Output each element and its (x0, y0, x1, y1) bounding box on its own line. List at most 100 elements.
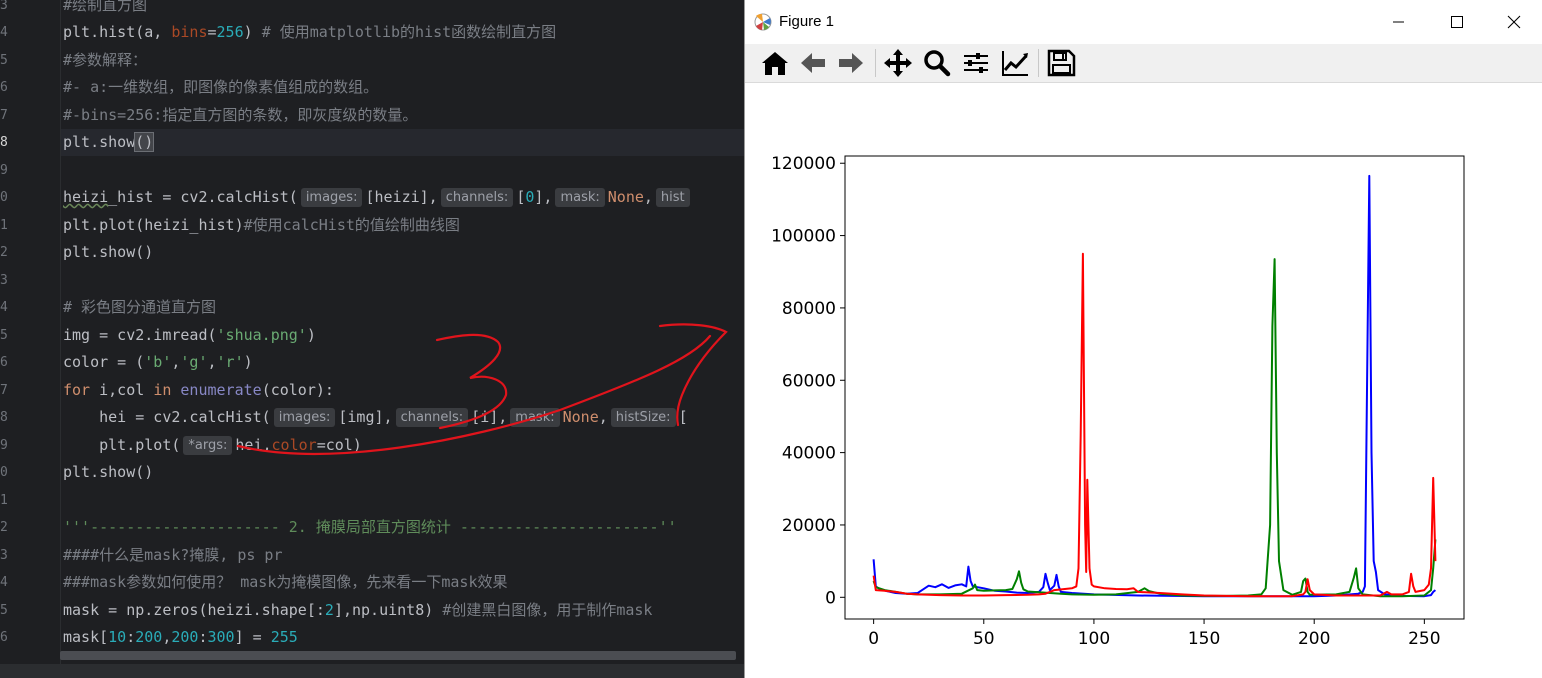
code-token: 255 (270, 628, 298, 646)
zoom-button[interactable] (921, 48, 953, 78)
code-token: ) (243, 23, 262, 41)
parameter-hint: *args: (183, 436, 233, 455)
horizontal-scrollbar[interactable] (60, 651, 736, 660)
x-tick-label: 200 (1298, 629, 1330, 649)
code-line[interactable]: plt.hist(a, bins=256) # 使用matplotlib的his… (63, 19, 556, 46)
code-line[interactable]: plt.plot(*args: hei,color=col) (63, 432, 362, 459)
parameter-hint: histSize: (610, 408, 676, 427)
line-number: 0 (0, 190, 8, 205)
forward-button[interactable] (835, 48, 867, 78)
code-token: plt.plot(heizi_hist) (63, 216, 244, 234)
code-docstring: --------------------- 2. 掩膜局部直方图统计 -----… (90, 518, 659, 536)
code-line[interactable]: mask = np.zeros(heizi.shape[:2],np.uint8… (63, 597, 652, 624)
parameter-hint: hist (655, 188, 690, 207)
code-editor[interactable]: 3 4 5 6 7 8 9 0 1 2 3 4 5 6 7 8 9 0 1 2 … (0, 0, 744, 678)
code-line[interactable]: #参数解释： (63, 47, 147, 74)
y-tick-label: 40000 (782, 444, 836, 464)
line-number: 7 (0, 383, 8, 398)
back-button[interactable] (797, 48, 829, 78)
y-tick-label: 100000 (771, 227, 836, 247)
code-token: plt.show() (63, 243, 154, 261)
code-line[interactable]: ####什么是mask?掩膜, ps pr (63, 542, 283, 569)
line-number: 9 (0, 163, 8, 178)
code-token: color (271, 436, 317, 454)
line-number: 0 (0, 465, 8, 480)
code-line[interactable]: img = cv2.imread('shua.png') (63, 322, 316, 349)
code-line[interactable]: hei = cv2.calcHist(images: [img], channels… (63, 404, 688, 431)
code-line[interactable]: #-bins=256:指定直方图的条数，即灰度级的数量。 (63, 102, 417, 129)
zoom-icon (924, 50, 951, 77)
save-button[interactable] (1045, 48, 1077, 78)
minimize-button[interactable] (1369, 0, 1427, 44)
line-number: 6 (0, 80, 8, 95)
code-line[interactable]: plt.plot(heizi_hist)#使用calcHist的值绘制曲线图 (63, 212, 460, 239)
code-line[interactable]: # 彩色图分通道直方图 (63, 294, 216, 321)
code-comment: #-bins=256:指定直方图的条数，即灰度级的数量。 (63, 106, 418, 124)
code-token: ) (306, 326, 316, 344)
code-token: = (207, 23, 217, 41)
code-token: hei = cv2.calcHist( (63, 408, 271, 426)
code-line[interactable]: '''--------------------- 2. 掩膜局部直方图统计 --… (63, 514, 677, 541)
code-comment: #- a:一维数组，即图像的像素值组成的数组。 (63, 78, 379, 96)
code-comment: #使用calcHist的值绘制曲线图 (243, 216, 460, 234)
matplotlib-figure-window[interactable]: Figure 1 0 20000 40000 60000 80000 10000… (744, 0, 1542, 678)
line-number: 5 (0, 53, 8, 68)
code-line[interactable]: plt.show() (63, 129, 155, 156)
line-number: 1 (0, 493, 8, 508)
maximize-icon (1451, 16, 1463, 28)
line-number: 4 (0, 25, 8, 40)
code-token: [heizi], (365, 188, 438, 206)
y-tick-label: 60000 (782, 371, 836, 391)
y-tick-label: 80000 (782, 299, 836, 319)
code-comment: # 使用matplotlib的hist函数绘制直方图 (261, 23, 557, 41)
code-token: img = cv2.imread( (63, 326, 217, 344)
code-line[interactable]: #绘制直方图 (63, 0, 147, 19)
code-token: heizi (63, 188, 109, 206)
code-docstring: ''' (63, 518, 91, 536)
line-number: 5 (0, 603, 8, 618)
code-line[interactable]: #- a:一维数组，即图像的像素值组成的数组。 (63, 74, 378, 101)
code-token: , (598, 408, 608, 426)
code-comment: #绘制直方图 (63, 0, 148, 14)
code-token: _hist = cv2.calcHist( (108, 188, 298, 206)
matplotlib-app-icon (754, 13, 772, 31)
code-token: mask = np.zeros(heizi.shape[: (63, 601, 325, 619)
code-string: 'r' (216, 353, 244, 371)
code-line[interactable]: heizi_hist = cv2.calcHist(images: [heizi]… (63, 184, 693, 211)
line-number: 6 (0, 355, 8, 370)
pan-button[interactable] (882, 48, 914, 78)
edit-axis-button[interactable] (999, 48, 1031, 78)
code-string: 'b' (144, 353, 172, 371)
code-token: plt.plot( (63, 436, 181, 454)
code-line[interactable]: mask[10:200,200:300] = 255 (63, 624, 298, 651)
line-number: 8 (0, 410, 8, 425)
code-token: 10 (108, 628, 127, 646)
code-line[interactable]: ###mask参数如何使用？ mask为掩模图像，先来看一下mask效果 (63, 569, 508, 596)
x-tick-label: 100 (1078, 629, 1110, 649)
code-line[interactable]: plt.show() (63, 459, 153, 486)
code-line[interactable]: color = ('b','g','r') (63, 349, 253, 376)
forward-arrow-icon (839, 53, 863, 73)
line-number: 3 (0, 273, 8, 288)
parameter-hint: images: (300, 188, 363, 207)
code-line[interactable]: plt.show() (63, 239, 153, 266)
window-titlebar[interactable]: Figure 1 (745, 0, 1542, 44)
configure-subplots-button[interactable] (960, 48, 992, 78)
maximize-button[interactable] (1427, 0, 1485, 44)
code-docstring: '' (658, 518, 677, 536)
home-button[interactable] (759, 48, 791, 78)
window-title: Figure 1 (779, 13, 835, 30)
code-keyword: for (63, 381, 91, 399)
code-token: 256 (216, 23, 244, 41)
x-tick-label: 150 (1188, 629, 1220, 649)
code-token: : (126, 628, 136, 646)
histogram-plot[interactable]: 0 20000 40000 60000 80000 100000 120000 0 50 100… (745, 83, 1542, 678)
code-token: mask[ (63, 628, 109, 646)
code-comment: # 彩色图分通道直方图 (63, 298, 217, 316)
close-button[interactable] (1485, 0, 1542, 44)
code-line[interactable]: for i,col in enumerate(color): (63, 377, 334, 404)
code-token: , (207, 353, 217, 371)
code-token: plt.show (63, 133, 136, 151)
line-number: 4 (0, 575, 8, 590)
code-token: color = ( (63, 353, 145, 371)
